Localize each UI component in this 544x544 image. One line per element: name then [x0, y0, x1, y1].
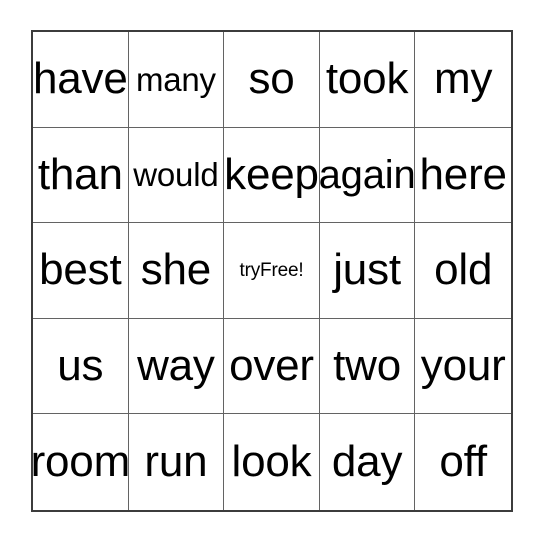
bingo-cell[interactable]: keep: [224, 127, 320, 224]
bingo-row: us way over two your: [33, 318, 511, 415]
bingo-cell-label: have: [33, 54, 128, 104]
bingo-cell-label: off: [439, 437, 487, 487]
bingo-cell-label: two: [333, 341, 402, 391]
bingo-cell[interactable]: over: [224, 318, 320, 415]
bingo-cell-label: us: [57, 341, 104, 391]
bingo-row: best she tryFree! just old: [33, 223, 511, 319]
bingo-cell[interactable]: here: [415, 127, 511, 224]
bingo-cell-label: over: [229, 341, 314, 391]
bingo-cell[interactable]: again: [319, 127, 416, 224]
bingo-cell-label: than: [37, 149, 123, 199]
bingo-cell-label: just: [333, 245, 401, 295]
bingo-cell[interactable]: best: [33, 223, 129, 319]
bingo-cell-label: she: [140, 245, 212, 295]
bingo-cell-label: way: [137, 341, 215, 391]
bingo-cell[interactable]: she: [128, 223, 225, 319]
bingo-cell[interactable]: your: [415, 318, 511, 415]
bingo-cell[interactable]: my: [415, 32, 511, 128]
bingo-cell[interactable]: two: [319, 318, 416, 415]
bingo-cell-label: run: [144, 437, 208, 487]
bingo-cell-label: again: [319, 152, 416, 197]
bingo-cell-label: would: [133, 156, 219, 194]
bingo-cell-label: took: [325, 54, 409, 104]
bingo-cell-label: old: [434, 245, 493, 295]
bingo-cell[interactable]: than: [33, 127, 129, 224]
bingo-cell-label: many: [135, 60, 216, 98]
bingo-free-space-cell[interactable]: tryFree!: [224, 223, 320, 319]
bingo-cell-label: your: [420, 341, 506, 391]
bingo-cell[interactable]: have: [33, 32, 129, 128]
free-space-label: tryFree!: [239, 259, 304, 281]
bingo-cell-label: so: [248, 54, 295, 104]
bingo-cell-label: my: [434, 54, 493, 104]
bingo-cell-label: day: [331, 437, 403, 487]
bingo-cell[interactable]: many: [128, 32, 225, 128]
bingo-cell[interactable]: so: [224, 32, 320, 128]
bingo-cell[interactable]: took: [319, 32, 416, 128]
bingo-cell[interactable]: old: [415, 223, 511, 319]
bingo-cell-label: here: [419, 149, 507, 199]
bingo-cell[interactable]: look: [224, 414, 320, 510]
bingo-cell-label: look: [231, 437, 312, 487]
bingo-cell-label: room: [33, 437, 129, 487]
bingo-cell[interactable]: way: [128, 318, 225, 415]
bingo-cell-label: best: [39, 245, 122, 295]
bingo-row: have many so took my: [33, 32, 511, 128]
bingo-cell[interactable]: just: [319, 223, 416, 319]
bingo-cell[interactable]: day: [319, 414, 416, 510]
bingo-cell[interactable]: off: [415, 414, 511, 510]
bingo-cell[interactable]: room: [33, 414, 129, 510]
bingo-cell[interactable]: would: [128, 127, 225, 224]
bingo-cell[interactable]: us: [33, 318, 129, 415]
bingo-cell-label: keep: [224, 149, 319, 199]
bingo-row: room run look day off: [33, 414, 511, 510]
bingo-cell[interactable]: run: [128, 414, 225, 510]
bingo-card: have many so took my than would keep again here be…: [31, 30, 513, 512]
bingo-row: than would keep again here: [33, 127, 511, 224]
